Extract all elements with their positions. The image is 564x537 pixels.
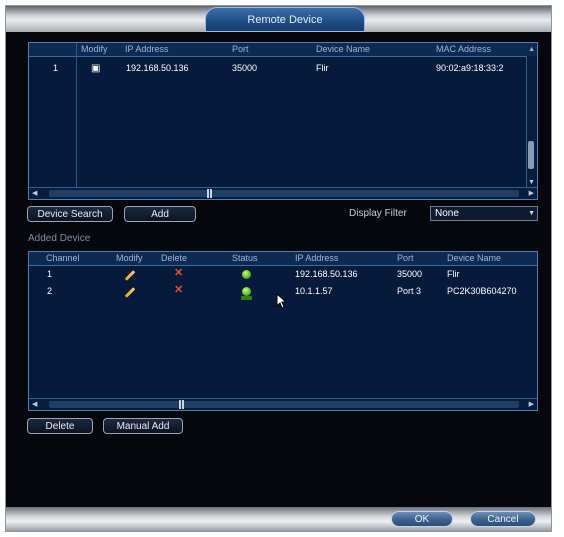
row-channel: 2 (47, 286, 53, 296)
scroll-right-icon[interactable]: ▶ (529, 189, 534, 198)
status-online-icon (242, 287, 251, 296)
scroll-up-icon[interactable]: ▲ (528, 43, 535, 56)
scroll-left-icon[interactable]: ◀ (32, 400, 37, 409)
status-online-icon (242, 270, 251, 279)
col-ip-address: IP Address (125, 44, 169, 54)
col-status: Status (232, 253, 258, 263)
edit-icon[interactable] (124, 287, 136, 298)
add-button[interactable]: Add (124, 206, 196, 222)
display-filter-select[interactable]: None ▼ (430, 206, 538, 221)
scroll-thumb[interactable] (207, 189, 209, 198)
table-header: Modify IP Address Port Device Name MAC A… (29, 43, 537, 57)
row-device-name: PC2K30B604270 (447, 286, 517, 296)
window-title: Remote Device (205, 7, 365, 32)
search-results-table: Modify IP Address Port Device Name MAC A… (28, 42, 538, 200)
remote-device-window: Remote Device Modify IP Address Port Dev… (5, 5, 552, 532)
status-indicator-base (241, 296, 252, 300)
row-port: 35000 (397, 269, 423, 279)
scroll-right-icon[interactable]: ▶ (529, 400, 534, 409)
title-bar: Remote Device (6, 6, 551, 32)
column-divider (76, 43, 77, 187)
col-mac-address: MAC Address (436, 44, 492, 54)
scroll-thumb-grip (182, 400, 184, 409)
scroll-thumb[interactable] (528, 141, 534, 169)
scroll-left-icon[interactable]: ◀ (32, 189, 37, 198)
scroll-thumb-grip (210, 189, 212, 198)
horizontal-scrollbar[interactable]: ◀ ▶ (29, 187, 537, 199)
mouse-cursor-icon (276, 293, 288, 309)
cancel-button[interactable]: Cancel (470, 511, 536, 527)
row-port: Port 3 (397, 286, 422, 296)
scroll-thumb[interactable] (179, 400, 181, 409)
row-index: 1 (53, 63, 59, 73)
row-ip-address: 10.1.1.57 (295, 286, 333, 296)
delete-button[interactable]: Delete (27, 418, 93, 434)
footer-bar: OK Cancel (6, 507, 551, 531)
edit-icon[interactable] (124, 270, 136, 281)
col-port: Port (232, 44, 249, 54)
row-ip-address: 192.168.50.136 (126, 63, 189, 73)
scroll-down-icon[interactable]: ▼ (528, 178, 535, 187)
col-device-name: Device Name (316, 44, 371, 54)
col-channel: Channel (46, 253, 80, 263)
row-device-name: Flir (316, 63, 329, 73)
table-header: Channel Modify Delete Status IP Address … (29, 252, 537, 266)
scroll-track (49, 401, 519, 408)
display-filter-value: None (435, 208, 459, 219)
row-channel: 1 (47, 269, 53, 279)
added-devices-table: Channel Modify Delete Status IP Address … (28, 251, 538, 411)
col-delete: Delete (161, 253, 188, 263)
delete-icon[interactable]: ✕ (174, 285, 183, 296)
scroll-track (49, 190, 519, 197)
added-device-label: Added Device (28, 233, 91, 244)
col-device-name: Device Name (447, 253, 502, 263)
delete-icon[interactable]: ✕ (174, 268, 183, 279)
col-modify: Modify (116, 253, 143, 263)
col-ip-address: IP Address (295, 253, 339, 263)
chevron-down-icon: ▼ (528, 210, 535, 217)
row-port: 35000 (232, 63, 258, 73)
manual-add-button[interactable]: Manual Add (103, 418, 183, 434)
ok-button[interactable]: OK (391, 511, 453, 527)
row-mac-address: 90:02:a9:18:33:2 (436, 63, 504, 73)
display-filter-label: Display Filter (349, 208, 407, 219)
horizontal-scrollbar[interactable]: ◀ ▶ (29, 398, 537, 410)
col-port: Port (397, 253, 414, 263)
row-device-name: Flir (447, 269, 460, 279)
vertical-scrollbar[interactable]: ▼ (526, 56, 537, 188)
row-ip-address: 192.168.50.136 (295, 269, 358, 279)
col-modify: Modify (81, 44, 108, 54)
edit-icon[interactable]: ▣ (91, 63, 100, 74)
device-search-button[interactable]: Device Search (27, 206, 113, 222)
